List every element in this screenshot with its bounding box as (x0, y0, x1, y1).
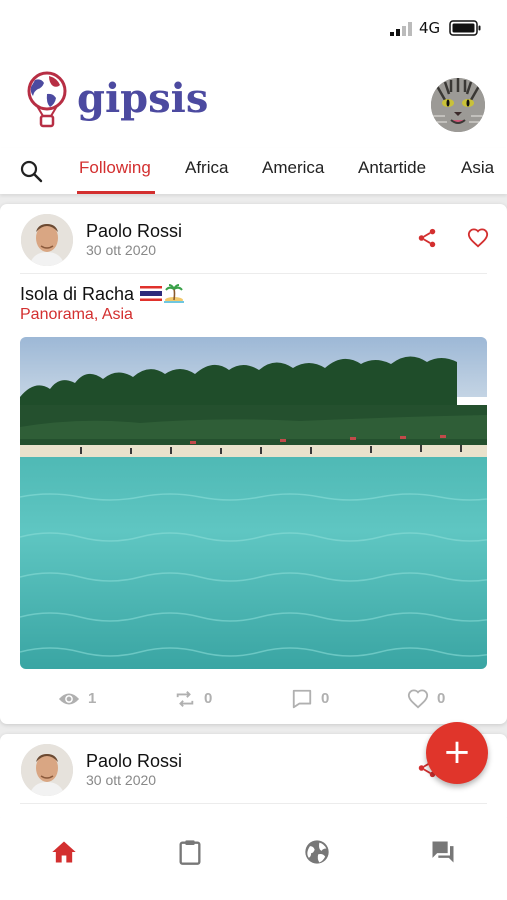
post-title-text: Isola di Racha (20, 284, 135, 304)
bottom-navigation (0, 818, 507, 900)
signal-icon (390, 22, 412, 36)
post-title[interactable]: Isola di Racha (20, 283, 185, 305)
author-photo (21, 214, 73, 266)
network-label: 4G (419, 19, 441, 37)
home-icon[interactable] (50, 838, 78, 866)
tab-africa[interactable]: Africa (185, 158, 228, 178)
app-logo-text: gipsis (77, 75, 209, 122)
author-name[interactable]: Paolo Rossi (86, 221, 182, 242)
add-post-label: + (442, 732, 472, 772)
post-card[interactable]: Paolo Rossi 30 ott 2020 Isola di Racha P… (0, 204, 507, 724)
divider (20, 803, 487, 804)
comment-icon[interactable] (291, 688, 313, 710)
tab-following[interactable]: Following (79, 158, 151, 178)
tab-america[interactable]: America (262, 158, 324, 178)
cat-avatar-image (431, 78, 485, 132)
post-photo[interactable] (20, 337, 487, 669)
post-date: 30 ott 2020 (86, 772, 157, 788)
globe-icon[interactable] (303, 838, 331, 866)
share-icon[interactable] (416, 227, 438, 249)
author-photo (21, 744, 73, 796)
reposts-count: 0 (204, 690, 213, 707)
chat-icon[interactable] (429, 838, 457, 866)
heart-icon[interactable] (467, 227, 489, 249)
eye-icon (58, 693, 80, 705)
tab-antartide[interactable]: Antartide (358, 158, 426, 178)
active-tab-indicator (77, 191, 155, 194)
views-count: 1 (88, 690, 97, 707)
category-tabs: Following Africa America Antartide Asia (0, 148, 507, 194)
beach-photo-image (20, 337, 487, 669)
repeat-icon[interactable] (174, 688, 196, 710)
divider (20, 273, 487, 274)
tab-asia[interactable]: Asia (461, 158, 494, 178)
battery-icon (449, 20, 481, 36)
likes-count: 0 (437, 690, 446, 707)
search-icon[interactable] (19, 159, 43, 183)
author-avatar[interactable] (21, 214, 73, 266)
hot-air-balloon-logo-icon (27, 71, 67, 128)
author-name[interactable]: Paolo Rossi (86, 751, 182, 772)
thailand-flag-icon (140, 286, 163, 301)
app-header: gipsis (0, 58, 507, 148)
post-subtitle[interactable]: Panorama, Asia (20, 306, 133, 324)
profile-avatar[interactable] (431, 78, 485, 132)
comments-count: 0 (321, 690, 330, 707)
author-avatar[interactable] (21, 744, 73, 796)
status-bar: 4G (0, 0, 507, 58)
heart-outline-icon[interactable] (407, 688, 429, 710)
add-post-button[interactable]: + (426, 722, 488, 784)
clipboard-icon[interactable] (176, 838, 204, 866)
island-emoji-icon (164, 284, 185, 303)
post-date: 30 ott 2020 (86, 242, 157, 258)
